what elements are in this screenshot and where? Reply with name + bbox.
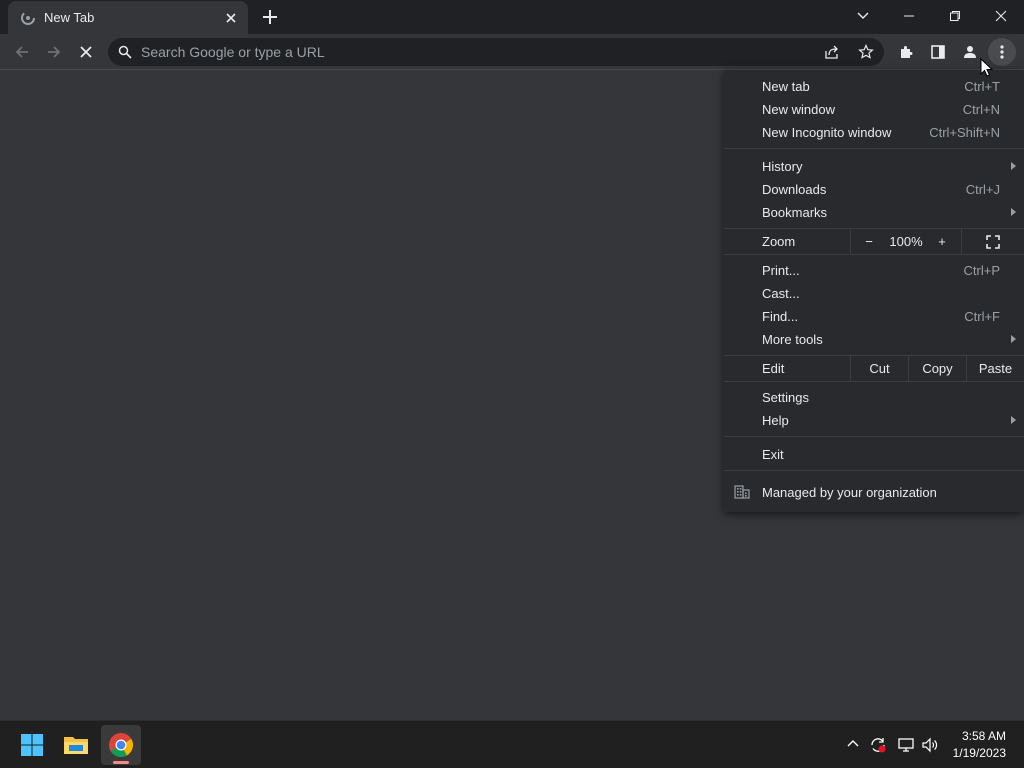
edit-label: Edit [762,361,785,376]
zoom-level: 100% [889,234,923,249]
zoom-label: Zoom [762,234,796,249]
building-icon [734,485,750,499]
tab-new-tab[interactable]: New Tab [8,1,248,34]
restore-button[interactable] [932,0,978,32]
copy-button[interactable]: Copy [909,356,966,381]
tab-strip: New Tab [0,0,1024,34]
menu-separator [724,436,1024,437]
mouse-cursor-icon [980,58,994,78]
menu-item-downloads[interactable]: Downloads Ctrl+J [724,178,1024,201]
cut-button[interactable]: Cut [851,356,908,381]
menu-item-label: New tab [762,79,810,94]
menu-separator [724,148,1024,149]
submenu-arrow-icon [1011,335,1016,343]
start-button[interactable] [12,725,52,765]
bookmark-star-icon[interactable] [858,44,874,60]
tab-title: New Tab [44,10,95,25]
menu-item-label: Downloads [762,182,827,197]
close-window-button[interactable] [978,0,1024,32]
back-button[interactable] [8,38,36,66]
menu-item-cast[interactable]: Cast... [724,282,1024,305]
share-icon[interactable] [824,44,840,60]
toolbar: Search Google or type a URL [0,34,1024,70]
menu-item-label: Exit [762,447,784,462]
address-bar[interactable]: Search Google or type a URL [108,38,884,66]
clock-time[interactable]: 3:58 AM [956,729,1006,743]
menu-item-bookmarks[interactable]: Bookmarks [724,201,1024,224]
menu-item-new-tab[interactable]: New tab Ctrl+T [724,75,1024,98]
clock-date[interactable]: 1/19/2023 [946,746,1006,760]
minimize-button[interactable] [886,0,932,32]
taskbar: 3:58 AM 1/19/2023 [0,720,1024,768]
address-placeholder: Search Google or type a URL [141,44,325,60]
submenu-arrow-icon [1011,208,1016,216]
menu-item-print[interactable]: Print... Ctrl+P [724,259,1024,282]
submenu-arrow-icon [1011,162,1016,170]
loading-favicon-icon [20,10,36,26]
active-app-indicator [113,761,129,764]
menu-item-shortcut: Ctrl+J [965,182,1000,197]
menu-item-label: New Incognito window [762,125,892,140]
menu-item-new-window[interactable]: New window Ctrl+N [724,98,1024,121]
file-explorer-icon[interactable] [56,725,96,765]
menu-item-label: Help [762,413,789,428]
extensions-icon[interactable] [892,38,920,66]
menu-item-label: New window [762,102,835,117]
fullscreen-icon[interactable] [962,229,1024,254]
menu-item-label: Cast... [762,286,800,301]
forward-button[interactable] [40,38,68,66]
edit-row: Edit Cut Copy Paste [724,356,1024,381]
volume-icon[interactable] [921,736,939,754]
chrome-menu: New tab Ctrl+T New window Ctrl+N New Inc… [724,70,1024,512]
network-icon[interactable] [897,736,915,754]
zoom-out-button[interactable]: − [851,229,887,254]
menu-item-label: History [762,159,803,174]
stop-loading-button[interactable] [72,38,100,66]
managed-label: Managed by your organization [762,485,937,500]
menu-item-more-tools[interactable]: More tools [724,328,1024,351]
chevron-up-icon[interactable] [846,737,860,751]
menu-item-label: More tools [762,332,823,347]
menu-item-label: Settings [762,390,809,405]
managed-by-organization-item[interactable]: Managed by your organization [724,481,1024,504]
menu-item-find[interactable]: Find... Ctrl+F [724,305,1024,328]
tab-search-button[interactable] [840,0,886,32]
menu-item-shortcut: Ctrl+Shift+N [929,125,1000,140]
menu-item-label: Print... [762,263,800,278]
menu-separator [724,381,1024,382]
sync-icon[interactable] [869,736,887,754]
paste-button[interactable]: Paste [967,356,1024,381]
menu-item-label: Bookmarks [762,205,828,220]
menu-item-help[interactable]: Help [724,409,1024,432]
side-panel-icon[interactable] [924,38,952,66]
submenu-arrow-icon [1011,416,1016,424]
menu-item-exit[interactable]: Exit [724,443,1024,466]
chrome-taskbar-icon[interactable] [101,725,141,765]
zoom-in-button[interactable]: + [925,229,959,254]
menu-item-new-incognito-window[interactable]: New Incognito window Ctrl+Shift+N [724,121,1024,144]
menu-item-history[interactable]: History [724,155,1024,178]
menu-item-settings[interactable]: Settings [724,386,1024,409]
menu-separator [724,470,1024,471]
close-icon[interactable] [222,9,240,27]
menu-item-shortcut: Ctrl+N [962,102,1000,117]
menu-item-shortcut: Ctrl+F [964,309,1000,324]
menu-separator [724,254,1024,255]
search-icon [118,45,132,59]
menu-item-label: Find... [762,309,799,324]
menu-item-shortcut: Ctrl+T [964,79,1000,94]
new-tab-button[interactable] [259,6,281,28]
zoom-row: Zoom − 100% + [724,229,1024,254]
menu-item-shortcut: Ctrl+P [963,263,1000,278]
